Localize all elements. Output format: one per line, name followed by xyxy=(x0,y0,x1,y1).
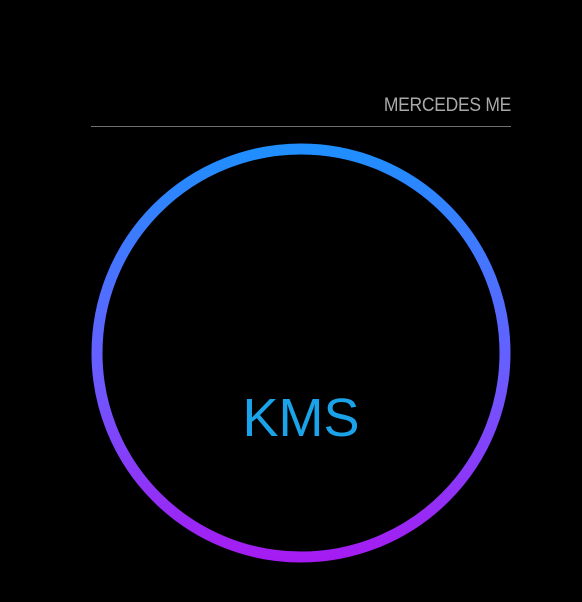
mileage-gauge: KMS xyxy=(51,103,551,602)
gauge-ring-circle xyxy=(91,143,511,563)
unit-label: KMS xyxy=(242,388,360,448)
gauge-ring xyxy=(91,143,511,563)
